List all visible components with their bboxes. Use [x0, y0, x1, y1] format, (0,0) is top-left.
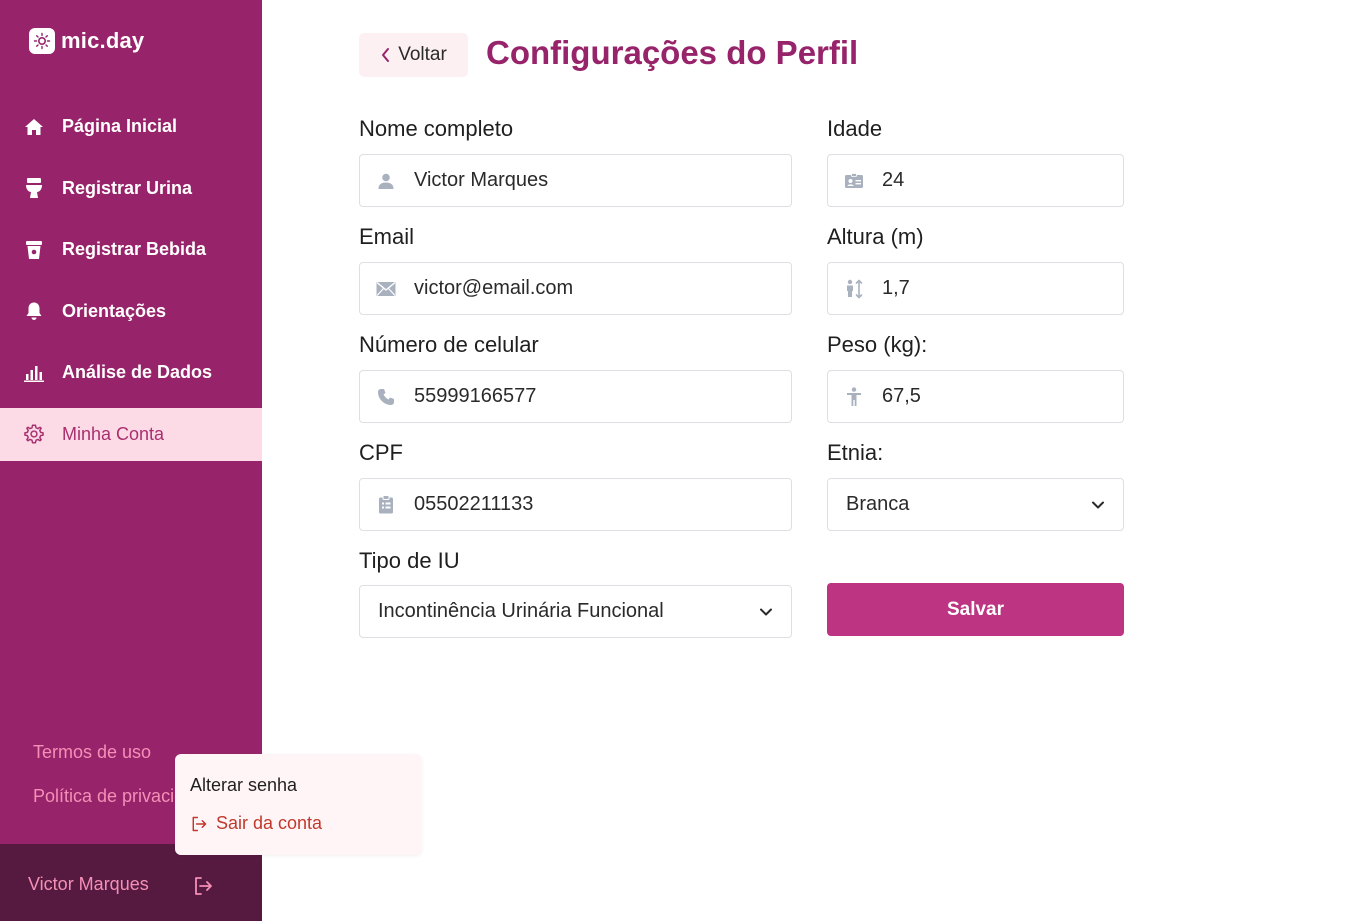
bell-icon — [23, 300, 45, 322]
user-name[interactable]: Victor Marques — [28, 874, 149, 895]
height-icon — [844, 279, 864, 299]
email-label: Email — [359, 224, 415, 249]
full-name-label: Nome completo — [359, 116, 514, 141]
user-icon — [376, 171, 396, 191]
phone-label: Número de celular — [359, 332, 539, 357]
cpf-value: 05502211133 — [414, 493, 534, 515]
home-icon — [23, 116, 45, 138]
bar-chart-icon — [23, 362, 45, 384]
gear-icon — [23, 423, 45, 445]
height-field[interactable]: 1,7 — [827, 262, 1124, 315]
sidebar-item-label: Página Inicial — [62, 116, 178, 136]
ethnicity-label: Etnia: — [827, 440, 884, 465]
account-popup-menu: Alterar senha Sair da conta — [175, 754, 422, 855]
clipboard-icon — [376, 495, 396, 515]
logout-icon[interactable] — [192, 875, 214, 897]
page-title: Configurações do Perfil — [486, 34, 859, 71]
toilet-icon — [23, 177, 45, 199]
email-field[interactable]: victor@email.com — [359, 262, 792, 315]
sidebar-item-register-urine[interactable]: Registrar Urina — [0, 162, 262, 215]
weight-value: 67,5 — [882, 385, 921, 407]
logout-icon — [192, 816, 207, 831]
sidebar-item-label: Registrar Bebida — [62, 239, 207, 259]
sidebar-item-label: Análise de Dados — [62, 362, 213, 382]
sidebar-item-home[interactable]: Página Inicial — [0, 100, 262, 153]
phone-value: 55999166577 — [414, 385, 537, 407]
phone-field[interactable]: 55999166577 — [359, 370, 792, 423]
back-label: Voltar — [398, 44, 447, 65]
iu-type-label: Tipo de IU — [359, 548, 460, 573]
chevron-down-icon — [1092, 501, 1104, 508]
sidebar-item-label: Registrar Urina — [62, 177, 193, 198]
terms-link[interactable]: Termos de uso — [33, 742, 151, 763]
person-icon — [844, 386, 864, 407]
change-password-label: Alterar senha — [190, 775, 298, 795]
full-name-value: Victor Marques — [414, 169, 549, 191]
age-value: 24 — [882, 169, 905, 191]
cpf-label: CPF — [359, 440, 403, 465]
weight-label: Peso (kg): — [827, 332, 928, 357]
age-field[interactable]: 24 — [827, 154, 1124, 207]
full-name-field[interactable]: Victor Marques — [359, 154, 792, 207]
ethnicity-select[interactable]: Branca — [827, 478, 1124, 531]
user-bar: Victor Marques — [0, 844, 262, 921]
height-value: 1,7 — [882, 277, 910, 299]
logout-label: Sair da conta — [216, 813, 323, 833]
sidebar-item-guidance[interactable]: Orientações — [0, 285, 262, 338]
weight-field[interactable]: 67,5 — [827, 370, 1124, 423]
privacy-link[interactable]: Política de privacidade — [33, 786, 175, 807]
envelope-icon — [376, 279, 396, 299]
sidebar-item-register-drink[interactable]: Registrar Bebida — [0, 223, 262, 276]
app-name: mic.day — [61, 28, 145, 53]
sidebar-item-label: Orientações — [62, 300, 167, 321]
cup-icon — [23, 239, 45, 261]
change-password-item[interactable]: Alterar senha — [190, 775, 297, 796]
ethnicity-value: Branca — [846, 493, 910, 515]
back-button[interactable]: Voltar — [359, 33, 468, 77]
cpf-field[interactable]: 05502211133 — [359, 478, 792, 531]
logo-icon — [29, 28, 55, 54]
sidebar-item-data-analysis[interactable]: Análise de Dados — [0, 346, 262, 399]
chevron-down-icon — [760, 608, 772, 615]
save-button[interactable]: Salvar — [827, 583, 1124, 636]
chevron-left-icon — [382, 48, 390, 62]
iu-type-value: Incontinência Urinária Funcional — [378, 600, 664, 622]
age-label: Idade — [827, 116, 883, 141]
height-label: Altura (m) — [827, 224, 924, 249]
logo[interactable]: mic.day — [29, 28, 144, 54]
iu-type-select[interactable]: Incontinência Urinária Funcional — [359, 585, 792, 638]
phone-icon — [376, 387, 396, 407]
sidebar-item-label: Minha Conta — [62, 423, 165, 444]
email-value: victor@email.com — [414, 277, 574, 299]
sidebar-nav: Página Inicial Registrar Urina Registrar… — [0, 100, 262, 469]
id-card-icon — [844, 171, 864, 191]
sidebar-item-my-account[interactable]: Minha Conta — [0, 407, 262, 461]
logout-item[interactable]: Sair da conta — [190, 813, 322, 834]
